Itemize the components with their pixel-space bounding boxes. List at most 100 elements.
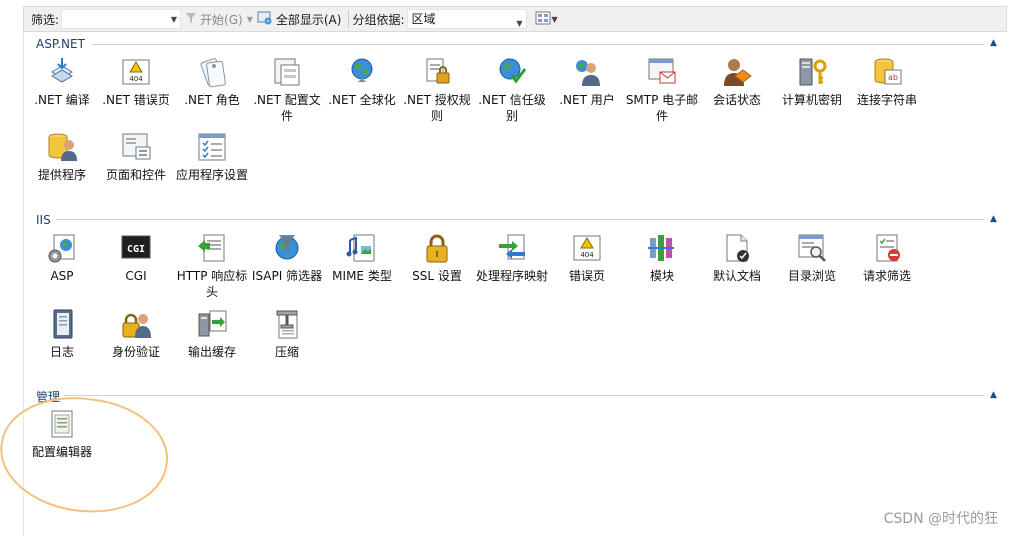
feature-label: 压缩 — [274, 345, 299, 359]
handler-mappings-icon — [496, 232, 528, 264]
feature-label: 身份验证 — [111, 345, 160, 359]
feature-item-modules[interactable]: 模块 — [624, 232, 700, 284]
feature-item-mime-types[interactable]: MIME 类型 — [324, 232, 400, 284]
feature-item-authentication[interactable]: 身份验证 — [98, 308, 174, 360]
section-divider — [64, 395, 984, 396]
compression-icon — [271, 308, 303, 340]
start-button[interactable]: 开始(G) — [181, 8, 247, 30]
view-dropdown-icon: ▼ — [551, 14, 558, 24]
cgi-icon: CGI — [120, 232, 152, 264]
show-all-button[interactable]: 全部显示(A) — [253, 8, 346, 30]
filter-label: 筛选: — [31, 12, 60, 27]
feature-label: 计算机密钥 — [781, 93, 842, 107]
feature-label: 会话状态 — [712, 93, 761, 107]
group-by-select[interactable]: 区域 ▼ — [406, 9, 527, 29]
feature-item-http-headers[interactable]: HTTP 响应标头 — [174, 232, 250, 300]
feature-item-session-state[interactable]: 会话状态 — [699, 56, 775, 108]
feature-item-net-compilation[interactable]: .NET 编译 — [24, 56, 100, 108]
compile-icon — [46, 56, 78, 88]
feature-item-handler-mappings[interactable]: 处理程序映射 — [474, 232, 550, 284]
ssl-lock-icon — [421, 232, 453, 264]
globe-icon — [346, 56, 378, 88]
view-grid-icon — [535, 11, 551, 28]
feature-item-output-caching[interactable]: 输出缓存 — [174, 308, 250, 360]
filter-dropdown-icon[interactable]: ▼ — [171, 15, 177, 24]
section-title: IIS — [36, 213, 51, 227]
features-view: ASP.NET ▲ IIS ▲ 管理 ▲ .NET 编译 404 .NET 错误… — [23, 32, 1007, 536]
filter-toolbar: 筛选: ▼ 开始(G) ▼ 全部显示(A) 分组依据: 区域 ▼ ▼ — [23, 6, 1007, 32]
feature-item-net-trust-levels[interactable]: .NET 信任级别 — [474, 56, 550, 124]
profile-icon — [271, 56, 303, 88]
collapse-management-icon[interactable]: ▲ — [990, 390, 997, 400]
section-header-aspnet[interactable]: ASP.NET — [36, 37, 85, 51]
feature-label: .NET 角色 — [184, 93, 240, 107]
feature-item-net-authorization[interactable]: .NET 授权规则 — [399, 56, 475, 124]
start-label: 开始(G) — [200, 12, 243, 27]
section-divider — [92, 44, 984, 45]
feature-label: HTTP 响应标头 — [176, 269, 248, 299]
feature-item-default-document[interactable]: 默认文档 — [699, 232, 775, 284]
feature-item-request-filtering[interactable]: 请求筛选 — [849, 232, 925, 284]
connection-string-icon: ab — [871, 56, 903, 88]
feature-item-isapi-filters[interactable]: ISAPI 筛选器 — [249, 232, 325, 284]
collapse-aspnet-icon[interactable]: ▲ — [990, 38, 997, 48]
feature-item-net-roles[interactable]: .NET 角色 — [174, 56, 250, 108]
feature-item-machine-key[interactable]: 计算机密钥 — [774, 56, 850, 108]
feature-item-connection-strings[interactable]: ab 连接字符串 — [849, 56, 925, 108]
feature-item-logging[interactable]: 日志 — [24, 308, 100, 360]
feature-item-directory-browsing[interactable]: 目录浏览 — [774, 232, 850, 284]
error-page-404-icon: 404 — [120, 56, 152, 88]
mime-types-icon — [346, 232, 378, 264]
feature-item-error-pages[interactable]: 404 错误页 — [549, 232, 625, 284]
feature-label: 提供程序 — [37, 168, 86, 182]
pages-controls-icon — [120, 131, 152, 163]
collapse-iis-icon[interactable]: ▲ — [990, 214, 997, 224]
feature-label: 错误页 — [568, 269, 605, 283]
toolbar-divider — [348, 10, 350, 28]
feature-item-cgi[interactable]: CGI CGI — [98, 232, 174, 284]
filter-input[interactable]: ▼ — [61, 9, 182, 29]
svg-text:ab: ab — [888, 73, 898, 82]
section-header-iis[interactable]: IIS — [36, 213, 51, 227]
feature-label: MIME 类型 — [332, 269, 392, 283]
show-all-label: 全部显示(A) — [275, 12, 342, 27]
feature-item-compression[interactable]: 压缩 — [249, 308, 325, 360]
roles-icon — [196, 56, 228, 88]
feature-label: .NET 用户 — [559, 93, 615, 107]
feature-item-asp[interactable]: ASP — [24, 232, 100, 284]
show-all-icon — [257, 11, 273, 28]
feature-item-net-users[interactable]: .NET 用户 — [549, 56, 625, 108]
section-divider — [56, 219, 984, 220]
watermark: CSDN @时代的狂 — [883, 511, 998, 527]
feature-label: ISAPI 筛选器 — [251, 269, 323, 283]
feature-item-pages-controls[interactable]: 页面和控件 — [98, 131, 174, 183]
users-icon — [571, 56, 603, 88]
group-by-dropdown-icon[interactable]: ▼ — [516, 15, 522, 33]
directory-browsing-icon — [796, 232, 828, 264]
feature-item-net-globalization[interactable]: .NET 全球化 — [324, 56, 400, 108]
feature-label: .NET 错误页 — [102, 93, 170, 107]
feature-item-net-error-pages[interactable]: 404 .NET 错误页 — [98, 56, 174, 108]
feature-label: .NET 信任级别 — [478, 93, 546, 123]
request-filtering-icon — [871, 232, 903, 264]
asp-icon — [46, 232, 78, 264]
feature-item-providers[interactable]: 提供程序 — [24, 131, 100, 183]
svg-text:CGI: CGI — [127, 244, 145, 255]
feature-label: 处理程序映射 — [475, 269, 548, 283]
feature-label: CGI — [125, 269, 147, 283]
funnel-icon — [185, 12, 197, 27]
view-toggle-button[interactable]: ▼ — [535, 11, 558, 28]
feature-item-ssl-settings[interactable]: SSL 设置 — [399, 232, 475, 284]
feature-label: 默认文档 — [712, 269, 761, 283]
smtp-email-icon — [646, 56, 678, 88]
app-settings-icon — [196, 131, 228, 163]
authorization-icon — [421, 56, 453, 88]
default-document-icon — [721, 232, 753, 264]
isapi-filter-icon — [271, 232, 303, 264]
feature-item-net-profile[interactable]: .NET 配置文件 — [249, 56, 325, 124]
feature-label: .NET 编译 — [34, 93, 90, 107]
feature-label: .NET 配置文件 — [253, 93, 321, 123]
feature-item-app-settings[interactable]: 应用程序设置 — [174, 131, 250, 183]
feature-item-smtp-email[interactable]: SMTP 电子邮件 — [624, 56, 700, 124]
feature-label: 应用程序设置 — [175, 168, 248, 182]
